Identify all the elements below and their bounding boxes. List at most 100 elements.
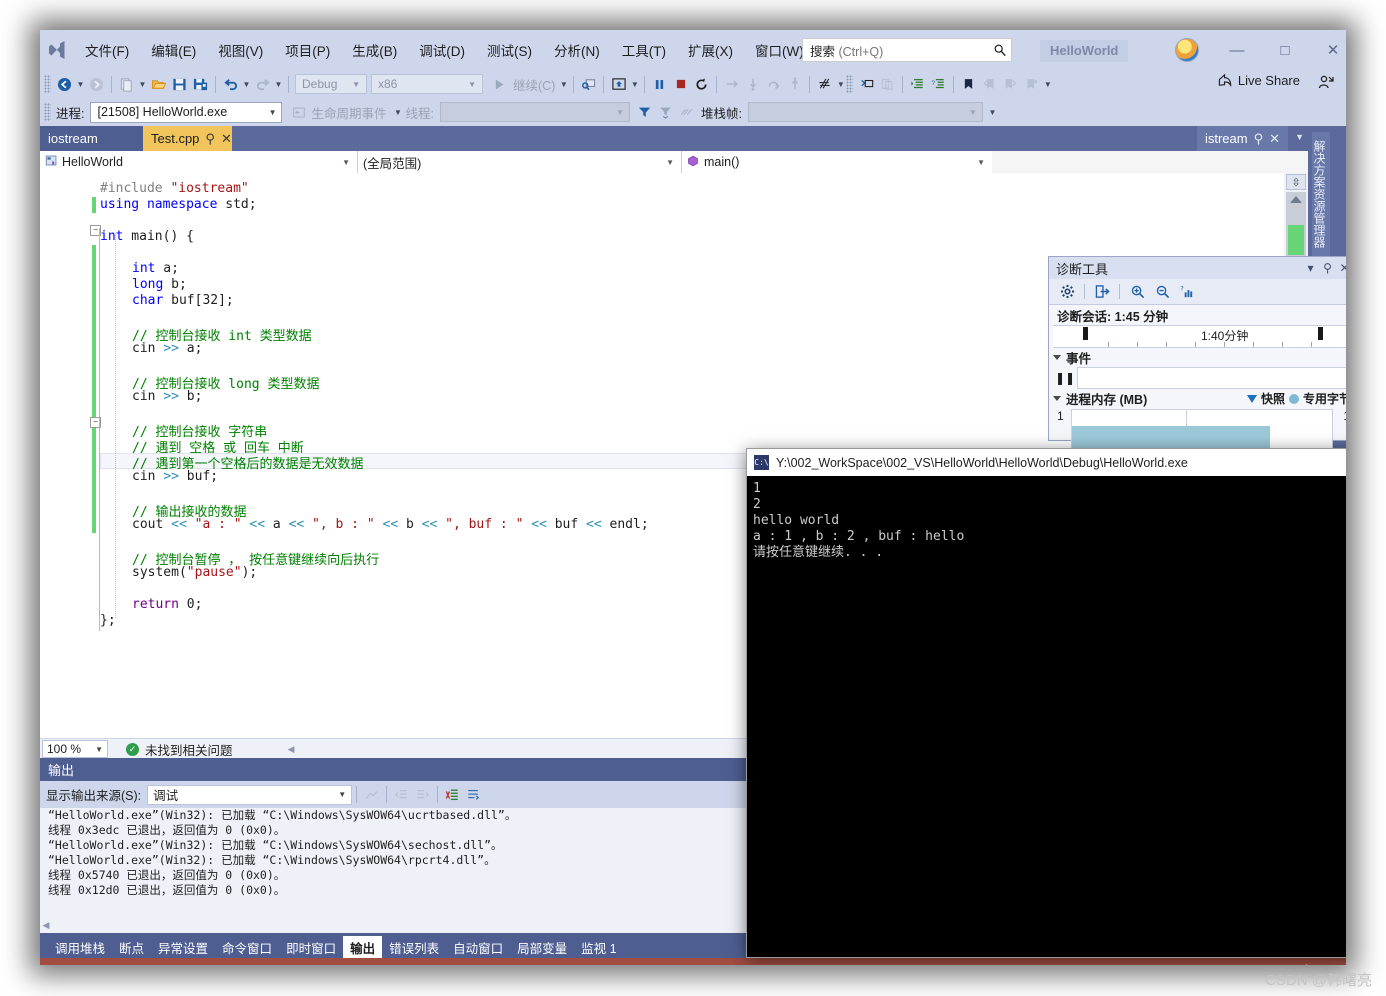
undo-dropdown-icon[interactable]: ▼ (241, 73, 252, 95)
tab-pin-icon[interactable]: ⚲ (205, 131, 215, 147)
debug-toolbar-grip[interactable] (44, 103, 51, 121)
code-line[interactable]: }; (100, 613, 116, 629)
bottom-tab-2[interactable]: 异常设置 (151, 936, 216, 958)
code-line[interactable] (100, 485, 132, 501)
decrease-indent-icon[interactable]: ? (928, 73, 949, 95)
new-project-dropdown-icon[interactable]: ▼ (137, 73, 148, 95)
bottom-tab-5[interactable]: 输出 (343, 936, 383, 958)
notifications-button[interactable]: 1 (1298, 963, 1316, 965)
diagnostic-events-section[interactable]: 事件 (1049, 348, 1346, 367)
diagnostic-close-icon[interactable]: ✕ (1336, 261, 1346, 275)
code-line[interactable] (100, 533, 132, 549)
bottom-tab-1[interactable]: 断点 (112, 936, 152, 958)
memory-expander-icon[interactable] (1053, 396, 1061, 401)
toggle-bookmark-icon[interactable] (958, 73, 979, 95)
close-button[interactable]: ✕ (1313, 38, 1346, 62)
export-icon[interactable] (1091, 282, 1113, 302)
zoom-out-icon[interactable] (1151, 282, 1173, 302)
output-source-select[interactable]: 调试 ▼ (147, 784, 353, 805)
continue-label[interactable]: 继续(C) (510, 75, 558, 94)
select-tools-icon[interactable]: ? (1176, 282, 1198, 302)
code-line[interactable]: using namespace std; (100, 197, 257, 213)
menu-project[interactable]: 项目(P) (274, 36, 341, 64)
save-all-icon[interactable] (190, 73, 211, 95)
code-line[interactable]: system("pause"); (100, 565, 257, 581)
restart-icon[interactable] (691, 73, 712, 95)
tab-iostream[interactable]: iostream (40, 126, 143, 151)
code-line[interactable]: // 遇到第一个空格后的数据是无效数据 (100, 453, 363, 472)
open-file-icon[interactable] (148, 73, 169, 95)
memory-plot-area[interactable] (1071, 409, 1333, 449)
tab-istream-pin-icon[interactable]: ⚲ (1254, 131, 1264, 147)
tab-overflow-icon[interactable]: ▼ (1295, 132, 1304, 142)
events-expander-icon[interactable] (1053, 355, 1061, 360)
code-line[interactable]: cout << "a : " << a << ", b : " << b << … (100, 517, 649, 533)
source-control-caret-icon[interactable]: ▲ (1278, 965, 1290, 966)
menu-extensions[interactable]: 扩展(X) (677, 36, 744, 64)
avatar[interactable] (1175, 38, 1199, 62)
diagnostic-dropdown-icon[interactable]: ▾ (1302, 261, 1319, 275)
scroll-up-icon[interactable] (1290, 196, 1302, 203)
bottom-tab-9[interactable]: 监视 1 (574, 936, 624, 958)
code-line[interactable]: char buf[32]; (100, 293, 234, 309)
thread-select[interactable]: ▼ (439, 102, 630, 122)
events-track[interactable] (1077, 367, 1346, 389)
code-line[interactable]: int a; (100, 261, 179, 277)
save-icon[interactable] (169, 73, 190, 95)
minimize-button[interactable]: — (1217, 38, 1257, 62)
code-line[interactable]: // 输出接收的数据 (100, 501, 246, 520)
menu-analyze[interactable]: 分析(N) (543, 36, 611, 64)
bottom-tab-7[interactable]: 自动窗口 (446, 936, 511, 958)
source-control-up-icon[interactable]: ▲ (1150, 965, 1162, 966)
code-line[interactable] (100, 309, 132, 325)
code-line[interactable]: cin >> buf; (100, 469, 218, 485)
increase-indent-icon[interactable] (907, 73, 928, 95)
menu-tools[interactable]: 工具(T) (611, 36, 677, 64)
editor-split-handle[interactable]: ⇳ (1286, 174, 1306, 190)
bookmarks-overflow-icon[interactable]: ▼ (1042, 73, 1053, 95)
hot-reload-icon[interactable] (608, 73, 629, 95)
pause-icon[interactable] (649, 73, 670, 95)
intellitrace-dropdown-icon[interactable]: ▼ (835, 73, 846, 95)
resize-grip-icon[interactable]: ◢ (1324, 964, 1334, 965)
maximize-button[interactable]: □ (1265, 38, 1305, 62)
code-line[interactable]: // 遇到 空格 或 回车 中断 (100, 437, 304, 456)
source-control-label[interactable]: 添加到源代码管理 (1170, 962, 1270, 965)
output-hscroll-left-icon[interactable]: ◀ (40, 918, 52, 932)
menu-edit[interactable]: 编辑(E) (140, 36, 207, 64)
continue-run-icon[interactable] (489, 73, 510, 95)
toolbar-grip-2[interactable] (846, 75, 854, 93)
tab-istream-dock[interactable]: istream ⚲ ✕ (1196, 126, 1288, 151)
settings-gear-icon[interactable] (1056, 282, 1078, 302)
diagnostic-timeline[interactable]: 1:40分钟 (1053, 325, 1346, 348)
code-line[interactable]: long b; (100, 277, 187, 293)
process-select[interactable]: [21508] HelloWorld.exe ▼ (90, 101, 283, 123)
lifecycle-events-label[interactable]: 生命周期事件 (309, 103, 392, 122)
zoom-select[interactable]: 100 % ▼ (42, 740, 108, 758)
code-line[interactable]: #include "iostream" (100, 181, 249, 197)
clear-output-icon[interactable] (442, 784, 463, 806)
code-line[interactable]: // 控制台接收 int 类型数据 (100, 325, 312, 344)
menu-view[interactable]: 视图(V) (207, 36, 274, 64)
feedback-icon[interactable] (1318, 74, 1334, 93)
diagnostic-memory-section[interactable]: 进程内存 (MB) 快照 专用字节 (1049, 389, 1346, 408)
code-line[interactable] (100, 405, 132, 421)
stop-icon[interactable] (670, 73, 691, 95)
navbar-scope-select[interactable]: (全局范围) ▼ (358, 151, 682, 173)
attach-process-icon[interactable] (578, 73, 599, 95)
toggle-word-wrap-icon[interactable] (463, 784, 484, 806)
diagnostic-pin-icon[interactable]: ⚲ (1319, 261, 1336, 275)
debugbar-overflow-icon[interactable]: ▼ (987, 101, 998, 123)
stackframe-select[interactable]: ▼ (747, 102, 983, 122)
code-line[interactable] (100, 357, 132, 373)
navigate-back-dropdown-icon[interactable]: ▼ (75, 73, 86, 95)
code-line[interactable]: // 控制台接收 long 类型数据 (100, 373, 319, 392)
menu-file[interactable]: 文件(F) (74, 36, 140, 64)
bottom-tab-6[interactable]: 错误列表 (382, 936, 447, 958)
toolbar-grip[interactable] (44, 75, 51, 93)
console-window[interactable]: C:\ Y:\002_WorkSpace\002_VS\HelloWorld\H… (746, 448, 1346, 958)
menu-debug[interactable]: 调试(D) (408, 36, 476, 64)
bottom-tab-3[interactable]: 命令窗口 (215, 936, 280, 958)
search-input[interactable]: 搜索 (Ctrl+Q) (802, 38, 1012, 62)
comment-selection-icon[interactable] (856, 73, 877, 95)
